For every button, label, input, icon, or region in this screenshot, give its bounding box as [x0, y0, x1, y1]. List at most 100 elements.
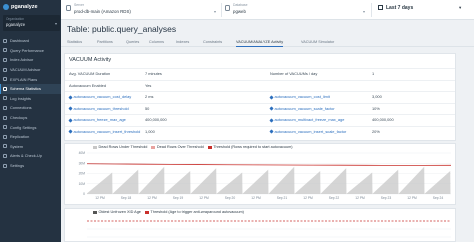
- tab[interactable]: Constraints: [203, 40, 222, 44]
- sidebar-item[interactable]: Checkups: [0, 113, 61, 123]
- sidebar-item[interactable]: Index Advisor: [0, 55, 61, 65]
- sidebar-item-label: Alerts & Check-Up: [10, 153, 42, 159]
- wrench-icon: [68, 118, 73, 123]
- sidebar-item[interactable]: VACUUM Advisor: [0, 65, 61, 75]
- database-icon: [225, 5, 230, 11]
- sidebar-item-label: Index Advisor: [10, 57, 34, 63]
- server-icon: [66, 5, 71, 11]
- server-label: Server: [74, 3, 84, 7]
- sidebar-item[interactable]: Settings: [0, 161, 61, 171]
- x-tick-label: Sep 21: [277, 196, 288, 200]
- x-tick-label: Sep 22: [329, 196, 340, 200]
- cell-text: 10%: [372, 105, 380, 111]
- calendar-icon: [378, 5, 383, 10]
- divider: [221, 3, 222, 17]
- y-tick-label: 0: [83, 192, 85, 196]
- setting-label[interactable]: autovacuum_vacuum_cost_limit: [269, 94, 330, 100]
- vacuum-row: autovacuum_freeze_max_age 400,000,000 auto…: [65, 114, 455, 124]
- sidebar-item[interactable]: Replication: [0, 132, 61, 142]
- tab[interactable]: VACUUM Simulator: [301, 40, 334, 44]
- sidebar-item-label: Connections: [10, 105, 32, 111]
- sidebar-item[interactable]: System: [0, 142, 61, 152]
- setting-label: Autovacuum Enabled: [69, 83, 106, 88]
- nav-icon: [3, 144, 7, 149]
- nav-icon: [3, 96, 7, 101]
- setting-label[interactable]: autovacuum_multixact_freeze_max_age: [269, 117, 344, 123]
- vacuum-row: Autovacuum Enabled Yes: [65, 79, 455, 90]
- sidebar-item[interactable]: Connections: [0, 103, 61, 113]
- cell-text: autovacuum_vacuum_cost_limit: [274, 94, 330, 100]
- chevron-down-icon: ▾: [459, 5, 462, 10]
- x-tick-label: 12 PM: [355, 196, 365, 200]
- page-title: Table: public.query_analyses: [67, 24, 177, 34]
- organization-name: pganalyze: [6, 22, 26, 27]
- vacuum-row: Avg. VACUUM Duration 7 minutes Number of V…: [65, 68, 455, 78]
- wrench-icon: [68, 106, 73, 111]
- pganalyze-logo-icon: [3, 4, 9, 10]
- brand-logo[interactable]: pganalyze: [3, 4, 38, 10]
- tab-bar: Statistics Partitions Queries Columns Indexe…: [61, 37, 474, 47]
- x-tick-label: 12 PM: [303, 196, 313, 200]
- cell-text: Autovacuum Enabled: [69, 82, 106, 88]
- setting-label[interactable]: autovacuum_vacuum_cost_delay: [68, 94, 132, 100]
- sidebar-item[interactable]: Log Insights: [0, 94, 61, 104]
- setting-label[interactable]: autovacuum_vacuum_insert_threshold: [68, 129, 140, 134]
- organization-selector[interactable]: Organization pganalyze ▾: [3, 15, 60, 31]
- cell-text: 7 minutes: [145, 71, 162, 77]
- organization-label: Organization: [6, 17, 25, 21]
- setting-label[interactable]: autovacuum_vacuum_threshold: [68, 106, 129, 111]
- top-bar: Server prod-db-main (Amazon RDS) ▾ Datab…: [61, 0, 474, 20]
- sidebar-item[interactable]: Query Performance: [0, 46, 61, 56]
- database-value: pgweb: [233, 9, 246, 14]
- vacuum-row: autovacuum_vacuum_insert_threshold 1,000 a…: [65, 125, 455, 136]
- nav-icon: [3, 125, 7, 130]
- setting-label[interactable]: autovacuum_vacuum_insert_scale_factor: [269, 129, 346, 134]
- database-selector[interactable]: Database pgweb ▾: [233, 2, 365, 18]
- cell-text: autovacuum_freeze_max_age: [73, 117, 126, 123]
- cell-text: 1: [372, 71, 375, 77]
- brand-name: pganalyze: [11, 4, 38, 10]
- x-tick-label: Sep 18: [121, 196, 132, 200]
- tab[interactable]: VACUUM/ANALYZE Activity: [236, 40, 284, 47]
- tab[interactable]: Queries: [126, 40, 139, 44]
- nav-icon: [3, 77, 7, 82]
- nav-icon: [3, 67, 7, 72]
- wrench-icon: [269, 118, 274, 123]
- cell-text: Avg. VACUUM Duration: [69, 71, 111, 77]
- nav-icon: [3, 163, 7, 168]
- x-tick-label: 12 PM: [147, 196, 157, 200]
- y-tick-label: 40M: [79, 151, 86, 155]
- cell-text: 400,000,000: [372, 117, 394, 123]
- nav-icon: [3, 134, 7, 139]
- nav-icon: [3, 86, 7, 91]
- wrench-icon: [68, 129, 73, 134]
- sidebar-item[interactable]: Dashboard: [0, 36, 61, 46]
- cell-text: autovacuum_vacuum_cost_delay: [73, 94, 132, 100]
- sidebar-item[interactable]: Alerts & Check-Up: [0, 151, 61, 161]
- sidebar-item[interactable]: EXPLAIN Plans: [0, 74, 61, 84]
- sidebar-item[interactable]: Config Settings: [0, 122, 61, 132]
- setting-value: 10%: [372, 106, 380, 111]
- sidebar-item[interactable]: Schema Statistics: [0, 83, 61, 94]
- setting-value: 20%: [372, 129, 380, 134]
- wrench-icon: [269, 129, 274, 134]
- tab[interactable]: Partitions: [97, 40, 113, 44]
- setting-label[interactable]: autovacuum_freeze_max_age: [68, 117, 126, 123]
- vacuum-row: autovacuum_vacuum_threshold 50 autovacuum_…: [65, 102, 455, 113]
- server-selector[interactable]: Server prod-db-main (Amazon RDS) ▾: [74, 2, 224, 18]
- tab[interactable]: Statistics: [67, 40, 82, 44]
- nav-icon: [3, 38, 7, 43]
- cell-text: Yes: [145, 82, 152, 88]
- server-value: prod-db-main (Amazon RDS): [74, 9, 131, 14]
- setting-label[interactable]: autovacuum_vacuum_scale_factor: [269, 106, 335, 111]
- tab[interactable]: Columns: [149, 40, 164, 44]
- nav-icon: [3, 105, 7, 110]
- dead-rows-area: [87, 166, 451, 194]
- panel-title: VACUUM Activity: [69, 57, 112, 63]
- date-range-picker[interactable]: Last 7 days: [386, 5, 413, 11]
- x-tick-label: 12 PM: [407, 196, 417, 200]
- cell-text: 2 ms: [145, 94, 154, 100]
- tab[interactable]: Indexes: [176, 40, 189, 44]
- x-tick-label: 12 PM: [251, 196, 261, 200]
- chevron-down-icon: ▾: [54, 21, 57, 26]
